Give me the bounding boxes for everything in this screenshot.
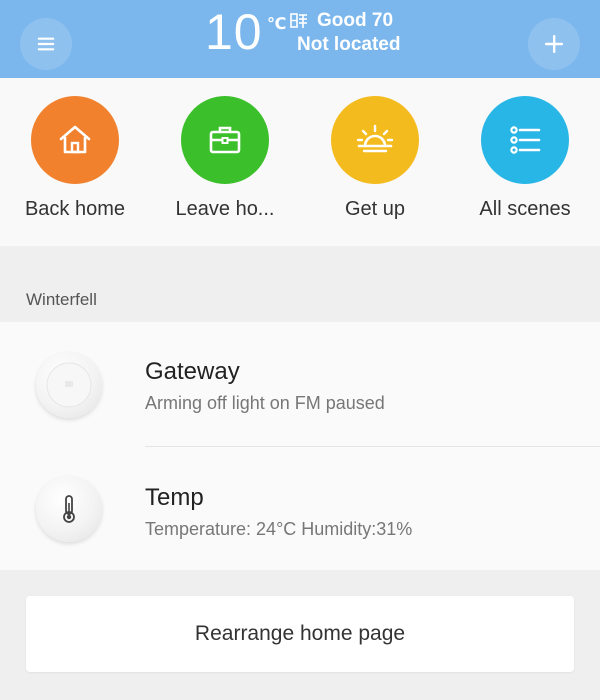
scene-back-home-circle[interactable] bbox=[31, 96, 119, 184]
device-status: Arming off light on FM paused bbox=[145, 393, 385, 413]
add-button[interactable] bbox=[528, 18, 580, 70]
scene-label: Get up bbox=[344, 198, 406, 220]
room-title: Winterfell bbox=[26, 290, 97, 309]
device-row-gateway[interactable]: Gateway Arming off light on FM paused bbox=[0, 322, 600, 446]
briefcase-icon bbox=[209, 126, 241, 154]
scene-label: All scenes bbox=[479, 198, 571, 220]
top-bar: 10 ℃ Good 70 Not located bbox=[0, 0, 600, 78]
scene-get-up-circle[interactable] bbox=[331, 96, 419, 184]
scene-get-up[interactable]: Get up bbox=[300, 96, 450, 221]
weather-condition-icon bbox=[290, 13, 307, 28]
device-list: Gateway Arming off light on FM paused Te… bbox=[0, 322, 600, 570]
sunrise-icon bbox=[356, 124, 394, 153]
scene-label: Back home bbox=[24, 198, 126, 220]
gateway-device-icon bbox=[36, 352, 102, 418]
plus-icon bbox=[545, 35, 563, 53]
device-row-temp[interactable]: Temp Temperature: 24°C Humidity:31% bbox=[0, 446, 600, 570]
hamburger-icon bbox=[37, 37, 55, 51]
temperature-unit: ℃ bbox=[267, 16, 287, 33]
scene-all-scenes[interactable]: All scenes bbox=[450, 96, 600, 221]
air-quality: Good 70 bbox=[317, 10, 394, 31]
rearrange-label: Rearrange home page bbox=[194, 622, 406, 645]
scene-all-scenes-circle[interactable] bbox=[481, 96, 569, 184]
device-name: Temp bbox=[145, 484, 204, 511]
rearrange-home-page-button[interactable]: Rearrange home page bbox=[26, 596, 574, 672]
scene-leave-home-circle[interactable] bbox=[181, 96, 269, 184]
temperature-value: 10 bbox=[205, 4, 263, 60]
scene-shortcuts: Back home Leave ho... Get up All scenes bbox=[0, 78, 600, 246]
location-label: Not located bbox=[297, 34, 401, 55]
device-name: Gateway bbox=[145, 358, 240, 385]
home-icon bbox=[59, 125, 91, 154]
thermometer-icon bbox=[36, 476, 102, 542]
list-icon bbox=[510, 126, 541, 154]
scene-leave-home[interactable]: Leave ho... bbox=[150, 96, 300, 221]
menu-button[interactable] bbox=[20, 18, 72, 70]
device-status: Temperature: 24°C Humidity:31% bbox=[145, 519, 413, 539]
scene-label: Leave ho... bbox=[175, 198, 275, 220]
scene-back-home[interactable]: Back home bbox=[0, 96, 150, 221]
